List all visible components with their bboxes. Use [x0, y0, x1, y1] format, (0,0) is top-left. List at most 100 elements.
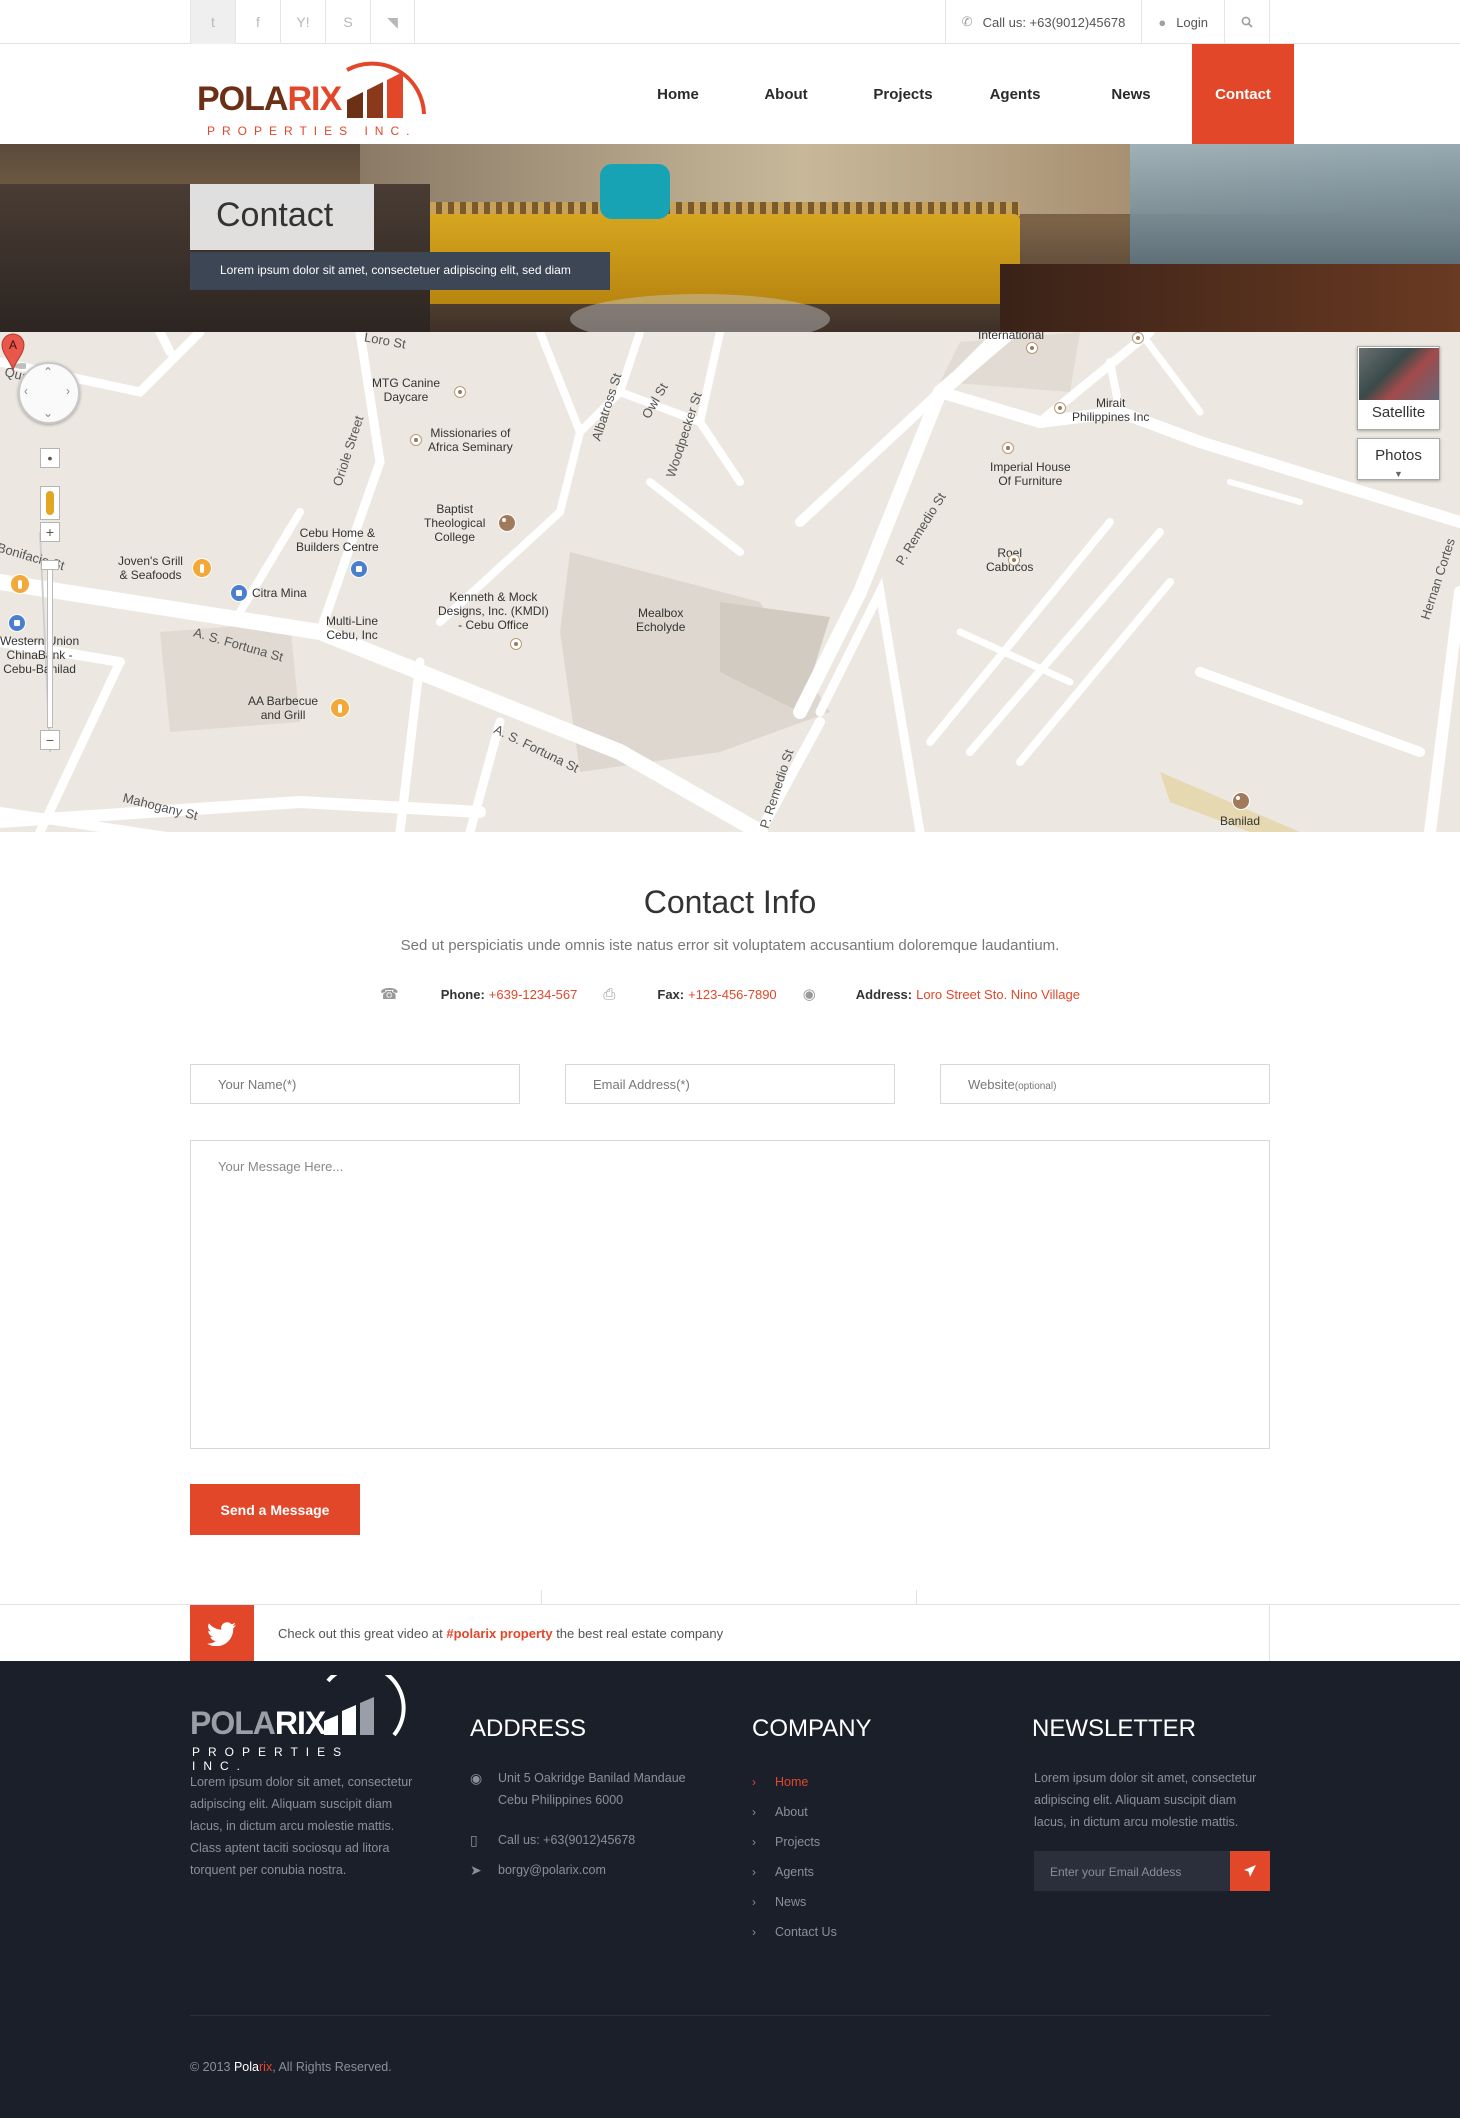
map-poi[interactable] — [1008, 554, 1020, 566]
facebook-icon[interactable]: f — [235, 0, 280, 44]
footer-logo-wordmark: POLARIX — [190, 1705, 326, 1742]
tweet-after: the best real estate company — [552, 1626, 724, 1641]
newsletter-submit-button[interactable] — [1230, 1851, 1270, 1891]
nav-projects[interactable]: Projects — [846, 44, 960, 144]
locate-icon: • — [47, 450, 53, 466]
nav-about[interactable]: About — [726, 44, 846, 144]
newsletter-placeholder: Enter your Email Addess — [1050, 1865, 1182, 1879]
pan-up-icon[interactable]: ⌃ — [43, 365, 53, 379]
footer-newsletter-title: NEWSLETTER — [1032, 1715, 1197, 1742]
contact-details: ☎ Phone: +639-1234-567 ⎙ Fax: +123-456-7… — [0, 985, 1460, 1004]
map-poi-restaurant[interactable] — [10, 574, 30, 594]
zoom-out-button[interactable]: − — [40, 730, 60, 750]
map-type-satellite[interactable]: Satellite — [1357, 346, 1440, 430]
footer-link-home[interactable]: › Home — [752, 1767, 837, 1797]
logo[interactable]: POLARIX PROPERTIES INC. — [197, 48, 437, 140]
website-optional-note: (optional) — [1014, 1081, 1057, 1092]
footer-address: ◉ Unit 5 Oakridge Banilad Mandaue Cebu P… — [470, 1767, 686, 1811]
yahoo-icon[interactable]: Y! — [280, 0, 325, 44]
phone-value[interactable]: +639-1234-567 — [489, 987, 578, 1002]
footer-company-title: COMPANY — [752, 1715, 872, 1742]
user-icon: ● — [1158, 14, 1167, 30]
website-field[interactable]: Website(optional) — [940, 1064, 1270, 1104]
fax-icon: ⎙ — [603, 985, 616, 1003]
map-label-multiline: Multi-Line Cebu, Inc — [326, 614, 379, 642]
nav-agents[interactable]: Agents — [960, 44, 1070, 144]
footer-logo[interactable]: POLARIX PROPERTIES INC. — [190, 1675, 410, 1773]
footer-email-text[interactable]: borgy@polarix.com — [498, 1859, 606, 1881]
pan-down-icon[interactable]: ⌄ — [43, 406, 53, 420]
contact-info-lead: Sed ut perspiciatis unde omnis iste natu… — [400, 937, 1060, 954]
location-marker-icon[interactable]: A — [0, 332, 26, 372]
map-poi-shop[interactable] — [350, 560, 368, 578]
photos-label: Photos — [1375, 447, 1422, 464]
map-poi[interactable] — [1054, 402, 1066, 414]
footer-phone: ▯ Call us: +63(9012)45678 — [470, 1829, 635, 1851]
logo-wordmark: POLARIX — [197, 80, 342, 119]
zoom-in-button[interactable]: + — [40, 522, 60, 542]
login-link[interactable]: ● Login — [1141, 0, 1224, 44]
twitter-icon[interactable]: t — [190, 0, 235, 44]
rss-icon[interactable]: ◥ — [370, 0, 415, 44]
chevron-right-icon: › — [752, 1925, 756, 1939]
nav-contact[interactable]: Contact — [1192, 44, 1294, 144]
message-field[interactable]: Your Message Here... — [190, 1140, 1270, 1449]
plus-icon: + — [45, 524, 55, 540]
street-view-pegman-icon[interactable] — [40, 486, 60, 520]
social-links: t f Y! S ◥ — [190, 0, 415, 44]
nav-home[interactable]: Home — [630, 44, 726, 144]
location-map[interactable]: MTG Canine Daycare Missionaries of Afric… — [0, 332, 1460, 832]
footer-link-contact[interactable]: › Contact Us — [752, 1917, 837, 1947]
paper-plane-icon: ➤ — [470, 1862, 482, 1878]
map-poi-restaurant[interactable] — [330, 698, 350, 718]
yahoo-glyph: Y! — [296, 14, 310, 30]
map-poi[interactable] — [510, 638, 522, 650]
map-poi-school[interactable] — [1232, 792, 1250, 810]
pan-right-icon[interactable]: › — [66, 384, 70, 398]
map-poi-bank[interactable] — [8, 614, 26, 632]
pan-left-icon[interactable]: ‹ — [24, 384, 28, 398]
email-placeholder: Email Address(*) — [593, 1077, 690, 1092]
email-field[interactable]: Email Address(*) — [565, 1064, 895, 1104]
footer-link-news[interactable]: › News — [752, 1887, 837, 1917]
zoom-slider[interactable] — [47, 568, 53, 728]
map-poi[interactable] — [410, 434, 422, 446]
map-poi-school[interactable] — [498, 514, 516, 532]
map-pan-control[interactable]: ⌃ ⌄ ‹ › — [18, 362, 80, 424]
map-locate-button[interactable]: • — [40, 448, 60, 468]
map-pin-icon: ◉ — [802, 986, 816, 1003]
newsletter-email-input[interactable]: Enter your Email Addess — [1034, 1851, 1230, 1891]
footer-link-about[interactable]: › About — [752, 1797, 837, 1827]
map-poi[interactable] — [1002, 442, 1014, 454]
facebook-glyph: f — [256, 14, 260, 30]
map-label-international: International — [978, 332, 1045, 342]
twitter-bird-icon[interactable] — [190, 1605, 254, 1662]
chevron-right-icon: › — [752, 1775, 756, 1789]
copyright-brand-a: Pola — [233, 2060, 259, 2074]
footer-email: ➤ borgy@polarix.com — [470, 1859, 606, 1881]
footer-logo-b: RIX — [274, 1705, 326, 1741]
send-message-button[interactable]: Send a Message — [190, 1484, 360, 1535]
nav-news[interactable]: News — [1070, 44, 1192, 144]
header: POLARIX PROPERTIES INC. Home About Proje… — [0, 44, 1460, 144]
footer-link-agents[interactable]: › Agents — [752, 1857, 837, 1887]
search-button[interactable] — [1224, 0, 1270, 44]
tweet-hashtag[interactable]: #polarix property — [446, 1626, 552, 1641]
map-poi[interactable] — [1026, 342, 1038, 354]
map-label-aa: AA Barbecue and Grill — [248, 694, 319, 722]
footer-link-label: Agents — [775, 1865, 814, 1879]
map-poi[interactable] — [454, 386, 466, 398]
zoom-slider-handle[interactable] — [41, 560, 59, 570]
map-poi-restaurant[interactable] — [192, 558, 212, 578]
satellite-label: Satellite — [1371, 404, 1426, 421]
map-type-photos[interactable]: Photos ▼ — [1357, 438, 1440, 480]
footer-link-projects[interactable]: › Projects — [752, 1827, 837, 1857]
address-value[interactable]: Loro Street Sto. Nino Village — [916, 987, 1080, 1002]
map-streets — [0, 332, 1460, 832]
map-poi-store[interactable] — [230, 584, 248, 602]
skype-icon[interactable]: S — [325, 0, 370, 44]
banner-photo-cushion — [600, 164, 670, 219]
footer-address-title: ADDRESS — [470, 1715, 587, 1742]
map-poi[interactable] — [1132, 332, 1144, 344]
name-field[interactable]: Your Name(*) — [190, 1064, 520, 1104]
